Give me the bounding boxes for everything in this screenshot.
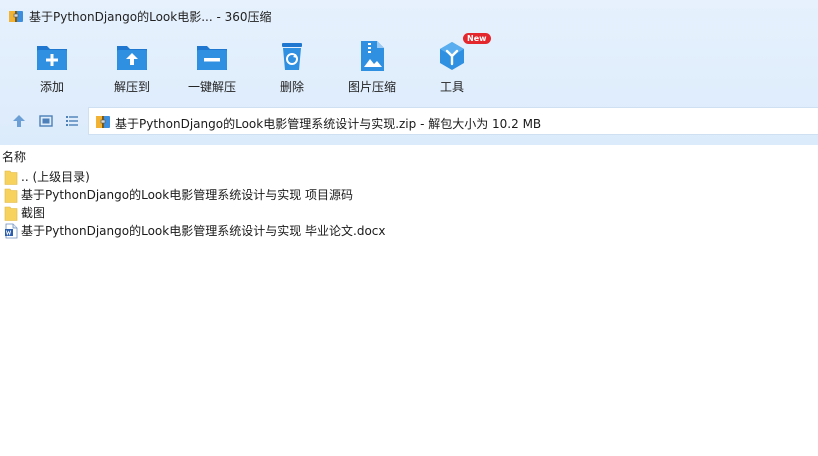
extract-to-button[interactable]: 解压到 — [91, 36, 173, 98]
item-name: .. (上级目录) — [21, 170, 90, 184]
folder-icon — [4, 188, 18, 203]
tools-label: 工具 — [439, 80, 464, 94]
delete-icon — [282, 43, 302, 70]
list-item-parent-dir[interactable]: .. (上级目录) — [0, 168, 818, 186]
archive-path: 基于PythonDjango的Look电影管理系统设计与实现.zip - 解包大… — [115, 117, 542, 131]
archive-app-icon — [9, 11, 23, 22]
list-item-docx-file[interactable]: 基于PythonDjango的Look电影管理系统设计与实现 毕业论文.docx — [0, 222, 818, 240]
column-name-label: 名称 — [2, 150, 27, 164]
column-header-name[interactable]: 名称 — [0, 145, 818, 165]
one-click-extract-icon — [197, 46, 227, 70]
folder-icon — [4, 206, 18, 221]
one-click-extract-button[interactable]: 一键解压 — [171, 36, 253, 98]
zip-file-icon — [96, 116, 110, 128]
title-bar: 基于PythonDjango的Look电影... - 360压缩 — [0, 0, 818, 32]
tools-icon — [440, 42, 464, 70]
extract-to-icon — [117, 46, 147, 70]
add-icon — [37, 46, 67, 70]
one-click-extract-label: 一键解压 — [187, 80, 236, 94]
tools-button[interactable]: New 工具 — [411, 33, 493, 98]
image-compress-icon — [361, 41, 384, 71]
app-window: 基于PythonDjango的Look电影... - 360压缩 添加 解压到 … — [0, 0, 818, 456]
thumbnail-view-icon[interactable] — [38, 113, 54, 129]
extract-to-label: 解压到 — [113, 80, 150, 94]
list-item-source-folder[interactable]: 基于PythonDjango的Look电影管理系统设计与实现 项目源码 — [0, 186, 818, 204]
header-area: 基于PythonDjango的Look电影... - 360压缩 添加 解压到 … — [0, 0, 818, 145]
up-arrow-icon[interactable] — [11, 113, 27, 129]
address-bar[interactable]: 基于PythonDjango的Look电影管理系统设计与实现.zip - 解包大… — [88, 107, 818, 135]
window-title: 基于PythonDjango的Look电影... - 360压缩 — [29, 10, 272, 24]
add-label: 添加 — [39, 80, 64, 94]
item-name: 基于PythonDjango的Look电影管理系统设计与实现 毕业论文.docx — [21, 224, 386, 238]
new-badge: New — [463, 33, 491, 44]
image-compress-button[interactable]: 图片压缩 — [331, 36, 413, 98]
folder-icon — [4, 170, 18, 185]
list-view-icon[interactable] — [64, 113, 80, 129]
address-row: 基于PythonDjango的Look电影管理系统设计与实现.zip - 解包大… — [0, 106, 818, 136]
list-item-screenshots-folder[interactable]: 截图 — [0, 204, 818, 222]
delete-label: 删除 — [279, 80, 304, 94]
item-name: 截图 — [21, 206, 46, 220]
main-toolbar: 添加 解压到 一键解压 删除 图片压缩 New 工具 — [0, 33, 818, 98]
item-name: 基于PythonDjango的Look电影管理系统设计与实现 项目源码 — [21, 188, 354, 202]
add-button[interactable]: 添加 — [11, 36, 93, 98]
image-compress-label: 图片压缩 — [347, 80, 396, 94]
delete-button[interactable]: 删除 — [251, 36, 333, 98]
file-list: .. (上级目录) 基于PythonDjango的Look电影管理系统设计与实现… — [0, 168, 818, 240]
word-document-icon — [5, 223, 18, 239]
